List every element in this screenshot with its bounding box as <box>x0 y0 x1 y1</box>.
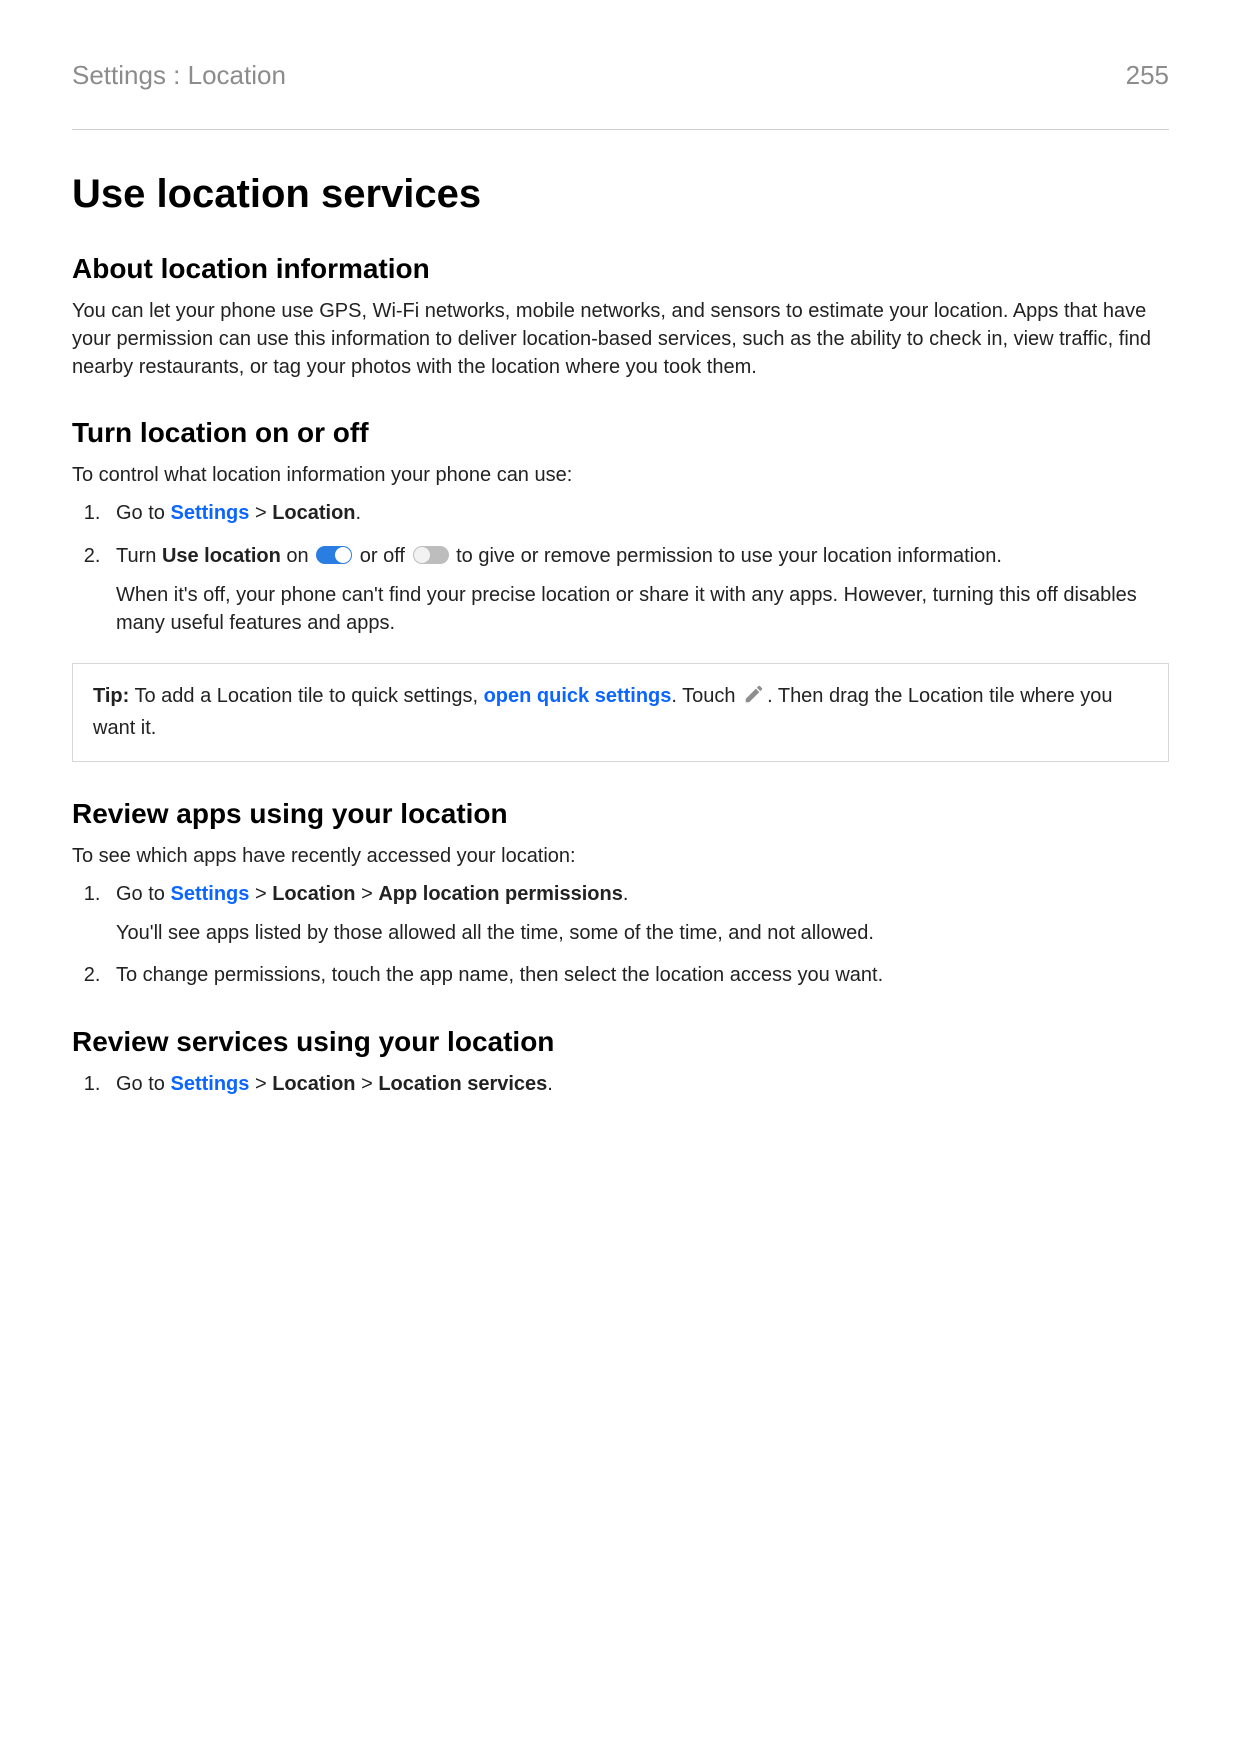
turn-step-1: Go to Settings > Location. <box>106 499 1169 528</box>
step-text: to give or remove permission to use your… <box>451 545 1002 567</box>
section-heading-review-apps: Review apps using your location <box>72 798 1169 830</box>
step-sep: > <box>249 1073 272 1095</box>
step-suffix: . <box>547 1073 553 1095</box>
divider <box>72 129 1169 130</box>
review-apps-step-1-note: You'll see apps listed by those allowed … <box>116 919 1169 947</box>
settings-link[interactable]: Settings <box>170 1073 249 1095</box>
step-text: or off <box>354 545 410 567</box>
document-page: Settings : Location 255 Use location ser… <box>0 0 1241 1099</box>
page-title: Use location services <box>72 172 1169 217</box>
use-location-bold: Use location <box>162 545 281 567</box>
turn-steps: Go to Settings > Location. Turn Use loca… <box>72 499 1169 637</box>
step-text: on <box>281 545 314 567</box>
section-heading-turn: Turn location on or off <box>72 417 1169 449</box>
open-quick-settings-link[interactable]: open quick settings <box>484 685 672 707</box>
step-suffix: . <box>356 502 362 524</box>
review-services-steps: Go to Settings > Location > Location ser… <box>72 1070 1169 1099</box>
turn-step-2: Turn Use location on or off to give or r… <box>106 542 1169 637</box>
step-text: Turn <box>116 545 162 567</box>
about-body: You can let your phone use GPS, Wi-Fi ne… <box>72 297 1169 381</box>
step-text: Go to <box>116 502 170 524</box>
step-sep: > <box>356 883 379 905</box>
location-bold: Location <box>272 1073 355 1095</box>
turn-step-2-note: When it's off, your phone can't find you… <box>116 581 1169 637</box>
settings-link[interactable]: Settings <box>170 502 249 524</box>
step-text: Go to <box>116 883 170 905</box>
step-sep: > <box>356 1073 379 1095</box>
review-services-step-1: Go to Settings > Location > Location ser… <box>106 1070 1169 1099</box>
turn-intro: To control what location information you… <box>72 461 1169 489</box>
page-number: 255 <box>1126 60 1169 91</box>
review-apps-steps: Go to Settings > Location > App location… <box>72 880 1169 990</box>
review-apps-step-1: Go to Settings > Location > App location… <box>106 880 1169 947</box>
page-header: Settings : Location 255 <box>72 60 1169 91</box>
location-bold: Location <box>272 883 355 905</box>
section-heading-about: About location information <box>72 253 1169 285</box>
tip-box: Tip: To add a Location tile to quick set… <box>72 663 1169 762</box>
step-text: Go to <box>116 1073 170 1095</box>
tip-label: Tip: <box>93 685 129 707</box>
tip-text: . Touch <box>671 685 741 707</box>
location-services-bold: Location services <box>378 1073 547 1095</box>
step-suffix: . <box>623 883 629 905</box>
tip-text: To add a Location tile to quick settings… <box>129 685 483 707</box>
breadcrumb: Settings : Location <box>72 60 286 91</box>
step-sep: > <box>249 883 272 905</box>
review-apps-step-2: To change permissions, touch the app nam… <box>106 961 1169 990</box>
location-bold: Location <box>272 502 355 524</box>
settings-link[interactable]: Settings <box>170 883 249 905</box>
review-apps-intro: To see which apps have recently accessed… <box>72 842 1169 870</box>
step-sep: > <box>249 502 272 524</box>
toggle-off-icon <box>413 546 449 564</box>
edit-pencil-icon <box>743 683 765 714</box>
section-heading-review-services: Review services using your location <box>72 1026 1169 1058</box>
app-location-permissions-bold: App location permissions <box>378 883 622 905</box>
toggle-on-icon <box>316 546 352 564</box>
